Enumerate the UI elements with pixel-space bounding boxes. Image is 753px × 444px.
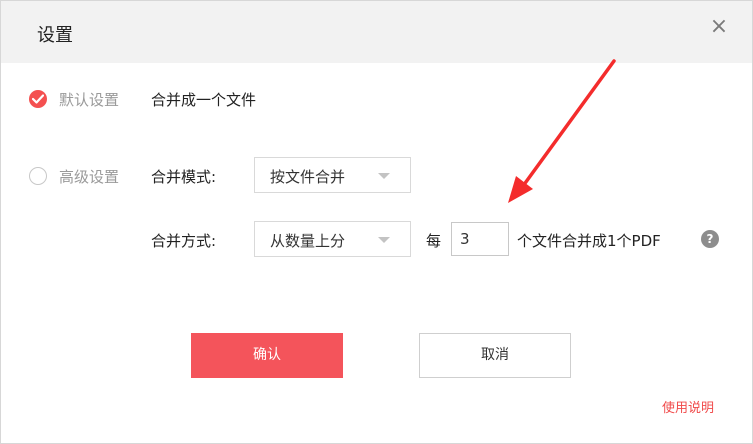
dialog-title: 设置 (37, 25, 73, 46)
help-link[interactable]: 使用说明 (662, 397, 714, 416)
settings-dialog: 设置 × 默认设置 合并成一个文件 高级设置 合并模式: 按文件合并 合并方式:… (0, 0, 753, 444)
default-setting-radio[interactable] (29, 90, 47, 108)
chevron-down-icon (378, 173, 390, 179)
merge-suffix-text: 个文件合并成1个PDF (517, 232, 661, 250)
default-setting-label[interactable]: 默认设置 (59, 89, 119, 110)
confirm-button[interactable]: 确认 (191, 333, 343, 378)
merge-method-select[interactable]: 从数量上分 (254, 221, 411, 257)
merge-method-label: 合并方式: (151, 232, 217, 250)
default-setting-description: 合并成一个文件 (151, 91, 257, 109)
chevron-down-icon (378, 237, 390, 243)
merge-mode-select[interactable]: 按文件合并 (254, 157, 411, 193)
dialog-header: 设置 × (1, 1, 752, 63)
merge-mode-value: 按文件合并 (270, 168, 346, 186)
question-icon[interactable]: ? (701, 230, 719, 248)
advanced-setting-radio[interactable] (29, 167, 47, 185)
checkmark-icon (32, 94, 44, 104)
merge-method-value: 从数量上分 (270, 232, 346, 250)
per-label: 每 (426, 232, 442, 250)
cancel-button[interactable]: 取消 (419, 333, 571, 378)
close-icon[interactable]: × (708, 16, 730, 38)
file-count-input[interactable] (451, 222, 509, 256)
merge-mode-label: 合并模式: (151, 168, 217, 186)
advanced-setting-label[interactable]: 高级设置 (59, 166, 119, 187)
